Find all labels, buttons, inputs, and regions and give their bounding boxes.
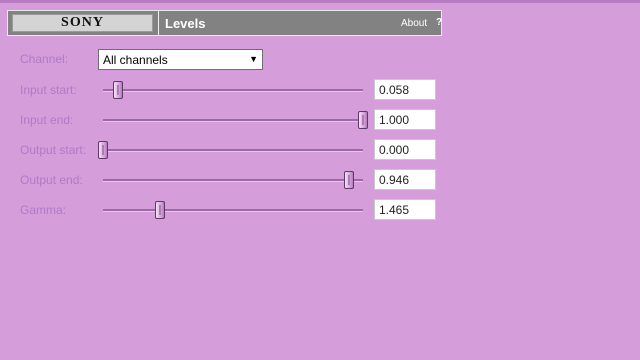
sony-logo: SONY xyxy=(12,14,153,32)
help-button[interactable]: ? xyxy=(436,17,442,28)
slider-track[interactable] xyxy=(103,209,363,212)
value-field[interactable]: 0.000 xyxy=(374,139,436,160)
slider-thumb[interactable] xyxy=(358,111,368,129)
value-field[interactable]: 0.946 xyxy=(374,169,436,190)
channel-select-value: All channels xyxy=(103,53,168,67)
top-border xyxy=(0,0,640,3)
slider-track[interactable] xyxy=(103,119,363,122)
slider-label: Input end: xyxy=(20,113,74,127)
channel-label: Channel: xyxy=(20,52,69,66)
about-link[interactable]: About xyxy=(401,18,427,29)
chevron-down-icon[interactable]: ▼ xyxy=(249,54,258,64)
header-divider xyxy=(158,11,159,35)
slider-label: Input start: xyxy=(20,83,77,97)
slider-thumb[interactable] xyxy=(113,81,124,99)
value-field[interactable]: 0.058 xyxy=(374,79,436,100)
slider-label: Output start: xyxy=(20,143,87,157)
slider-label: Gamma: xyxy=(20,203,67,217)
value-field[interactable]: 1.465 xyxy=(374,199,436,220)
slider-thumb[interactable] xyxy=(98,141,108,159)
slider-label: Output end: xyxy=(20,173,83,187)
slider-track[interactable] xyxy=(103,89,363,92)
value-field[interactable]: 1.000 xyxy=(374,109,436,130)
plugin-header: SONY Levels About ? xyxy=(7,10,442,36)
slider-track[interactable] xyxy=(103,179,363,182)
channel-select[interactable]: All channels ▼ xyxy=(98,49,263,70)
plugin-title: Levels xyxy=(165,16,206,31)
slider-thumb[interactable] xyxy=(155,201,166,219)
slider-track[interactable] xyxy=(103,149,363,152)
slider-thumb[interactable] xyxy=(343,171,354,189)
